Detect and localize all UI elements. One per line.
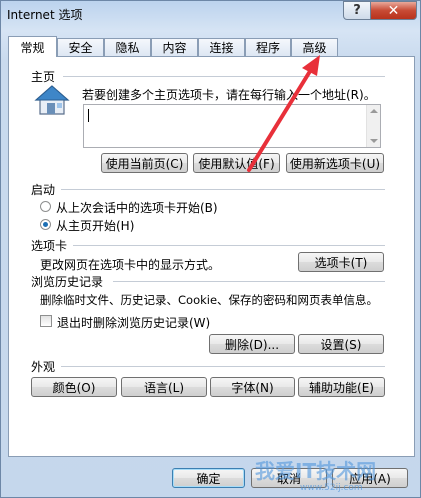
tab-privacy[interactable]: 隐私 [104, 38, 151, 56]
house-icon [34, 85, 70, 115]
history-settings-button[interactable]: 设置(S) [298, 334, 384, 354]
tabs-section-label: 选项卡 [31, 239, 68, 253]
startup-home-radio[interactable] [40, 219, 51, 230]
colors-button[interactable]: 颜色(O) [31, 377, 117, 397]
scroll-up-arrow-icon[interactable] [370, 109, 378, 113]
appearance-section-label: 外观 [31, 360, 56, 374]
home-page-textarea[interactable] [83, 104, 381, 148]
delete-on-exit-checkbox[interactable] [40, 315, 52, 327]
tab-connections[interactable]: 连接 [198, 38, 245, 56]
window-title: Internet 选项 [7, 8, 83, 22]
textarea-scrollbar[interactable] [366, 105, 380, 147]
tab-general[interactable]: 常规 [8, 36, 57, 57]
tab-programs[interactable]: 程序 [245, 38, 291, 56]
delete-on-exit-label[interactable]: 退出时删除浏览历史记录(W) [57, 314, 210, 331]
internet-options-window: Internet 选项 ? ✕ 常规 安全 隐私 内容 连接 程序 高级 主页 … [0, 0, 421, 498]
tab-advanced[interactable]: 高级 [291, 38, 338, 56]
use-default-button[interactable]: 使用默认值(F) [193, 153, 280, 173]
appearance-separator [61, 366, 385, 367]
ok-button[interactable]: 确定 [172, 468, 245, 488]
history-separator [113, 281, 385, 282]
tab-content[interactable]: 内容 [151, 38, 198, 56]
startup-section-label: 启动 [31, 183, 56, 197]
home-separator [63, 76, 385, 77]
home-description: 若要创建多个主页选项卡，请在每行输入一个地址(R)。 [82, 88, 376, 102]
tab-security[interactable]: 安全 [57, 38, 104, 56]
help-button[interactable]: ? [343, 1, 371, 20]
startup-separator [61, 189, 385, 190]
languages-button[interactable]: 语言(L) [121, 377, 207, 397]
watermark-url: www.52ij.com [300, 483, 363, 493]
title-bar[interactable]: Internet 选项 ? ✕ [1, 1, 420, 29]
accessibility-button[interactable]: 辅助功能(E) [298, 377, 385, 397]
watermark-text: 我爱IT技术网 [255, 459, 377, 483]
home-section-label: 主页 [31, 70, 56, 84]
use-current-button[interactable]: 使用当前页(C) [101, 153, 188, 173]
fonts-button[interactable]: 字体(N) [210, 377, 295, 397]
history-description: 删除临时文件、历史记录、Cookie、保存的密码和网页表单信息。 [40, 293, 379, 307]
tabs-separator [73, 245, 385, 246]
tabs-settings-button[interactable]: 选项卡(T) [298, 252, 384, 272]
startup-last-session-label[interactable]: 从上次会话中的选项卡开始(B) [56, 199, 218, 216]
use-new-tab-button[interactable]: 使用新选项卡(U) [286, 153, 384, 173]
delete-history-button[interactable]: 删除(D)... [209, 334, 295, 354]
close-button[interactable]: ✕ [370, 1, 417, 20]
text-caret [88, 109, 89, 122]
startup-home-label[interactable]: 从主页开始(H) [56, 217, 134, 234]
startup-last-session-radio[interactable] [40, 201, 51, 212]
tabs-description: 更改网页在选项卡中的显示方式。 [40, 258, 221, 272]
history-section-label: 浏览历史记录 [31, 275, 104, 289]
scroll-down-arrow-icon[interactable] [370, 139, 378, 143]
